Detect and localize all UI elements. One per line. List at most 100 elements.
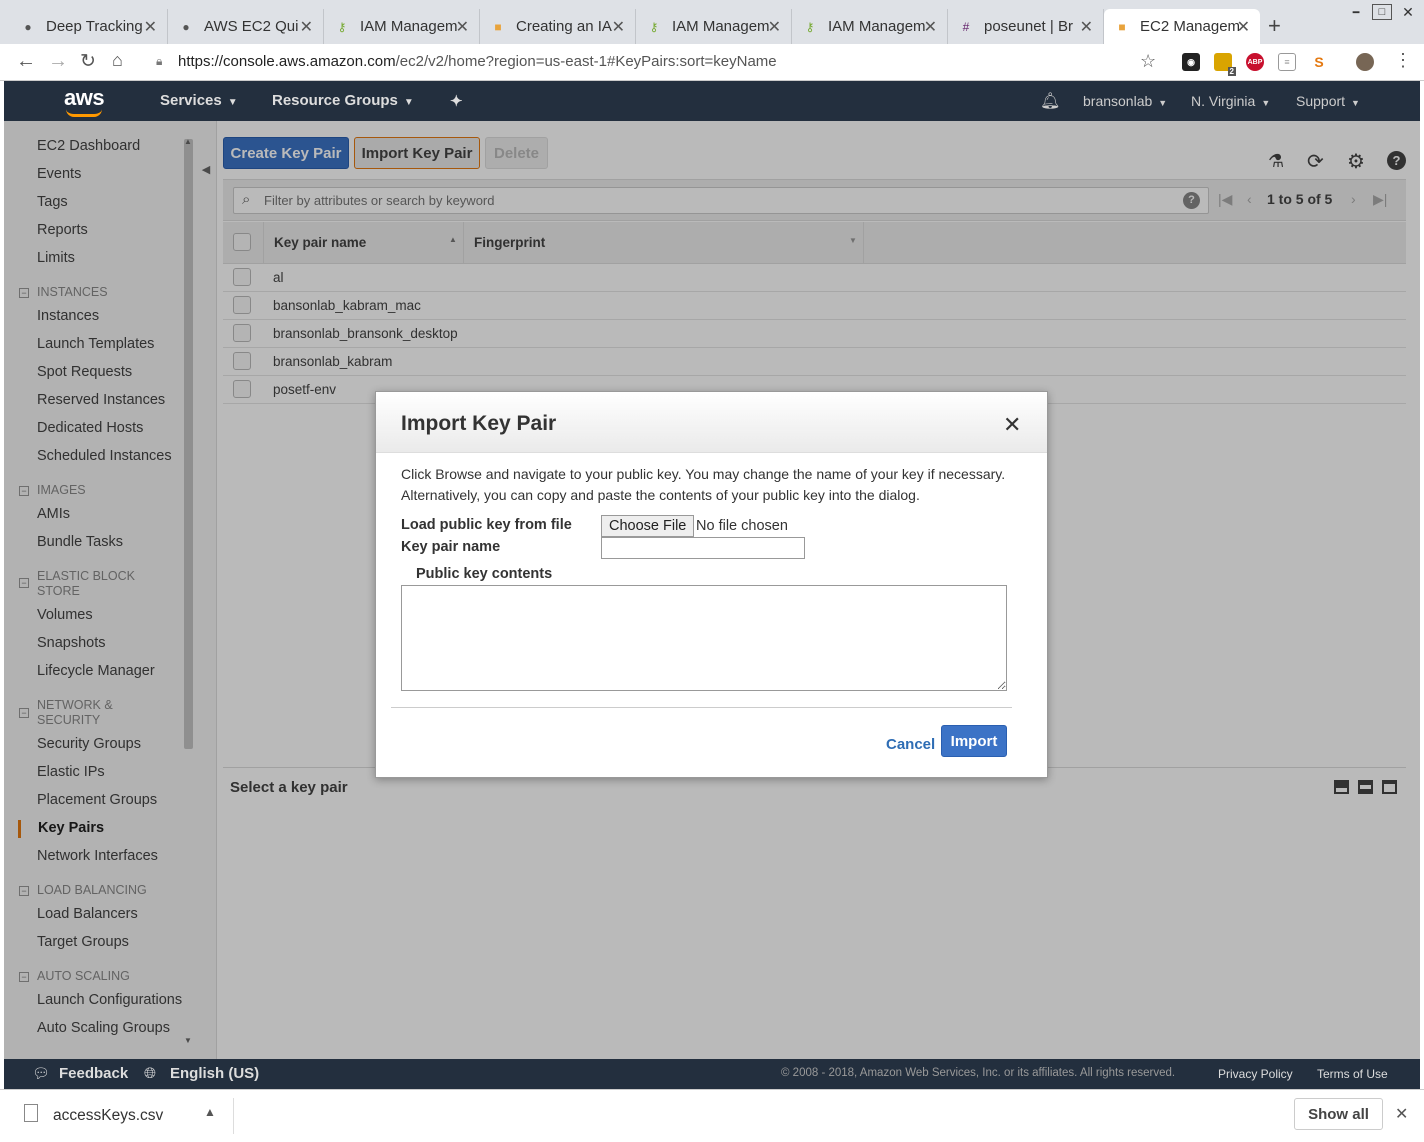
tab-close-icon[interactable]: ✕ bbox=[1237, 17, 1250, 37]
feedback-link[interactable]: Feedback bbox=[59, 1065, 128, 1082]
tab-close-icon[interactable]: ✕ bbox=[456, 17, 469, 37]
terms-of-use-link[interactable]: Terms of Use bbox=[1317, 1067, 1388, 1081]
aws-logo-text: aws bbox=[64, 85, 105, 110]
key-pair-name-label: Key pair name bbox=[401, 539, 501, 555]
maximize-icon[interactable]: □ bbox=[1372, 4, 1392, 20]
tab-close-icon[interactable]: ✕ bbox=[300, 17, 313, 37]
browser-tab[interactable]: ⚷ IAM Managem ✕ bbox=[324, 9, 480, 44]
tab-title: AWS EC2 Qui bbox=[204, 18, 299, 35]
browser-tab-bar: ● Deep Tracking ✕ ● AWS EC2 Qui ✕ ⚷ IAM … bbox=[0, 0, 1424, 44]
tab-title: EC2 Managem bbox=[1140, 18, 1241, 35]
chevron-down-icon: ▼ bbox=[403, 97, 414, 108]
browser-tab[interactable]: ⚷ IAM Managem ✕ bbox=[636, 9, 792, 44]
tab-title: poseunet | Br bbox=[984, 18, 1073, 35]
minimize-icon[interactable]: ━ bbox=[1346, 4, 1366, 20]
import-key-pair-dialog: Import Key Pair ✕ Click Browse and navig… bbox=[375, 391, 1048, 778]
profile-avatar[interactable] bbox=[1356, 53, 1374, 71]
language-selector[interactable]: English (US) bbox=[170, 1065, 259, 1082]
close-icon[interactable]: ✕ bbox=[1395, 1104, 1408, 1124]
tab-close-icon[interactable]: ✕ bbox=[612, 17, 625, 37]
divider bbox=[391, 707, 1012, 708]
extension-badge: 2 bbox=[1227, 67, 1236, 76]
browser-tab[interactable]: # poseunet | Br ✕ bbox=[948, 9, 1104, 44]
chevron-down-icon: ▼ bbox=[1351, 98, 1360, 108]
resource-groups-menu[interactable]: Resource Groups ▼ bbox=[272, 92, 414, 109]
close-icon[interactable]: ✕ bbox=[1003, 412, 1021, 438]
services-menu[interactable]: Services ▼ bbox=[160, 92, 238, 109]
account-menu[interactable]: bransonlab ▼ bbox=[1083, 93, 1167, 109]
tab-title: Creating an IA bbox=[516, 18, 612, 35]
back-icon[interactable]: ← bbox=[16, 50, 36, 73]
resource-groups-label: Resource Groups bbox=[272, 92, 398, 109]
forward-icon[interactable]: → bbox=[48, 50, 68, 73]
aws-logo[interactable]: aws bbox=[64, 85, 105, 117]
key-icon: ⚷ bbox=[649, 19, 659, 34]
file-icon bbox=[24, 1104, 38, 1122]
key-pair-name-input[interactable] bbox=[601, 537, 805, 559]
browser-tab[interactable]: ● AWS EC2 Qui ✕ bbox=[168, 9, 324, 44]
browser-tab-active[interactable]: ■ EC2 Managem ✕ bbox=[1104, 9, 1260, 44]
tab-title: Deep Tracking bbox=[46, 18, 143, 35]
github-icon: ● bbox=[182, 19, 190, 34]
chat-icon: 💬︎ bbox=[32, 1065, 50, 1081]
dialog-title: Import Key Pair bbox=[401, 412, 557, 435]
browser-tab[interactable]: ● Deep Tracking ✕ bbox=[10, 9, 168, 44]
extension-icon[interactable]: ◉ bbox=[1182, 53, 1200, 71]
load-file-label: Load public key from file bbox=[401, 517, 572, 533]
region-menu[interactable]: N. Virginia ▼ bbox=[1191, 93, 1270, 109]
home-icon[interactable]: ⌂ bbox=[112, 50, 123, 71]
copyright-text: © 2008 - 2018, Amazon Web Services, Inc.… bbox=[781, 1067, 1176, 1079]
github-icon: ● bbox=[24, 19, 32, 34]
tab-close-icon[interactable]: ✕ bbox=[924, 17, 937, 37]
divider bbox=[233, 1098, 234, 1134]
services-label: Services bbox=[160, 92, 222, 109]
tab-close-icon[interactable]: ✕ bbox=[1080, 17, 1093, 37]
chevron-down-icon: ▼ bbox=[1261, 98, 1271, 108]
show-all-button[interactable]: Show all bbox=[1294, 1098, 1383, 1130]
address-bar: ← → ↻ ⌂ 🔒︎ https://console.aws.amazon.co… bbox=[0, 44, 1424, 81]
tab-title: IAM Managem bbox=[360, 18, 458, 35]
url-field[interactable]: https://console.aws.amazon.com/ec2/v2/ho… bbox=[178, 53, 777, 70]
public-key-contents-label: Public key contents bbox=[416, 566, 553, 582]
lock-icon: 🔒︎ bbox=[156, 54, 163, 68]
footer: 💬︎ Feedback 🌐︎ English (US) © 2008 - 201… bbox=[4, 1059, 1420, 1089]
region-label: N. Virginia bbox=[1191, 93, 1256, 109]
menu-icon[interactable]: ⋮ bbox=[1394, 50, 1412, 71]
support-menu[interactable]: Support ▼ bbox=[1296, 93, 1360, 109]
dialog-description: Click Browse and navigate to your public… bbox=[401, 466, 1006, 503]
privacy-policy-link[interactable]: Privacy Policy bbox=[1218, 1067, 1293, 1081]
download-filename[interactable]: accessKeys.csv bbox=[53, 1107, 163, 1125]
chevron-down-icon: ▼ bbox=[227, 97, 238, 108]
aws-box-icon: ■ bbox=[1118, 19, 1126, 34]
pin-icon[interactable]: ✦ bbox=[450, 92, 463, 110]
browser-tab[interactable]: ■ Creating an IA ✕ bbox=[480, 9, 636, 44]
tab-close-icon[interactable]: ✕ bbox=[768, 17, 781, 37]
tab-close-icon[interactable]: ✕ bbox=[144, 17, 157, 37]
cancel-button[interactable]: Cancel bbox=[886, 736, 935, 753]
public-key-contents-textarea[interactable] bbox=[401, 585, 1007, 691]
key-icon: ⚷ bbox=[337, 19, 347, 34]
extension-s-icon[interactable]: S bbox=[1310, 53, 1328, 71]
aws-smile-icon bbox=[66, 109, 102, 117]
tab-title: IAM Managem bbox=[672, 18, 770, 35]
import-button[interactable]: Import bbox=[941, 725, 1007, 757]
browser-tab[interactable]: ⚷ IAM Managem ✕ bbox=[792, 9, 948, 44]
extension-notes-icon[interactable]: 2 bbox=[1214, 53, 1236, 76]
url-host: https://console.aws.amazon.com bbox=[178, 53, 396, 70]
reload-icon[interactable]: ↻ bbox=[80, 50, 96, 73]
chevron-up-icon[interactable]: ▲ bbox=[204, 1105, 216, 1119]
adblock-icon[interactable]: ABP bbox=[1246, 53, 1264, 71]
window-close-icon[interactable]: ✕ bbox=[1398, 4, 1418, 20]
url-path: /ec2/v2/home?region=us-east-1#KeyPairs:s… bbox=[395, 53, 777, 70]
dialog-header: Import Key Pair ✕ bbox=[376, 392, 1047, 453]
aws-box-icon: ■ bbox=[494, 19, 502, 34]
page-icon[interactable]: ≡ bbox=[1278, 53, 1296, 71]
bookmark-star-icon[interactable]: ☆ bbox=[1140, 51, 1156, 72]
new-tab-button[interactable]: + bbox=[1268, 13, 1281, 39]
slack-icon: # bbox=[962, 19, 970, 34]
chevron-down-icon: ▼ bbox=[1158, 98, 1168, 108]
bell-icon[interactable]: 🔔︎ bbox=[1040, 91, 1060, 111]
globe-icon: 🌐︎ bbox=[144, 1065, 157, 1082]
file-status: No file chosen bbox=[696, 518, 788, 534]
choose-file-button[interactable]: Choose File bbox=[601, 515, 695, 537]
